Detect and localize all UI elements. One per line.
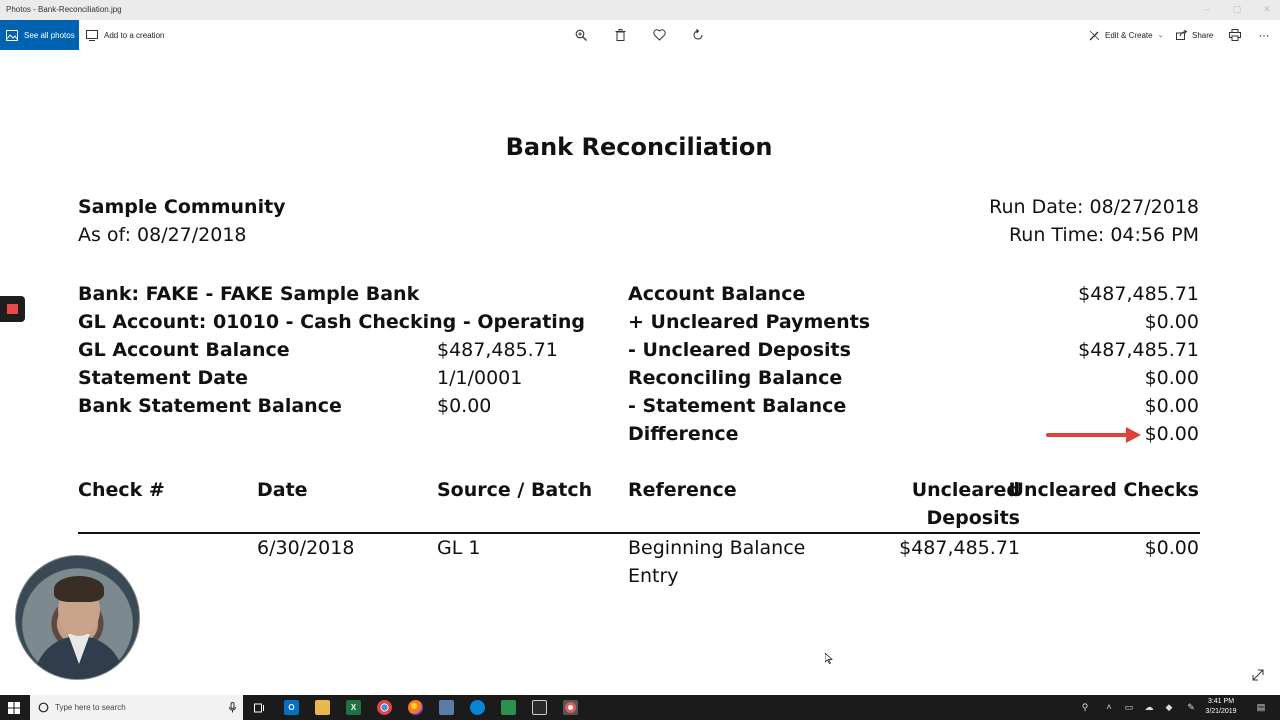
uncleared-payments-label: + Uncleared Payments xyxy=(628,311,871,333)
see-all-photos-label: See all photos xyxy=(24,30,75,40)
search-placeholder: Type here to search xyxy=(55,703,126,712)
uncleared-deposits-value: $487,485.71 xyxy=(1078,339,1199,361)
screen-recorder-icon[interactable] xyxy=(563,700,578,715)
add-creation-icon xyxy=(86,29,98,41)
edit-create-label: Edit & Create xyxy=(1105,30,1153,40)
see-all-photos-button[interactable]: See all photos xyxy=(0,20,79,50)
red-arrow-head xyxy=(1126,427,1141,443)
row-uncleared-deposits: $487,485.71 xyxy=(899,537,1020,559)
taskbar-search-box[interactable]: Type here to search xyxy=(30,695,243,720)
difference-value: $0.00 xyxy=(1144,423,1199,445)
print-icon[interactable] xyxy=(1227,27,1243,43)
reconciling-balance-label: Reconciling Balance xyxy=(628,367,843,389)
browser-icon[interactable] xyxy=(470,700,485,715)
clock-time: 3:41 PM xyxy=(1207,698,1235,705)
microphone-icon[interactable] xyxy=(229,702,236,713)
run-time: Run Time: 04:56 PM xyxy=(1008,224,1199,246)
account-balance-value: $487,485.71 xyxy=(1078,283,1199,305)
photos-app-icon[interactable] xyxy=(532,700,547,715)
cortana-circle-icon xyxy=(38,702,49,713)
window-title-bar: Photos - Bank-Reconciliation.jpg – ▢ ✕ xyxy=(0,0,1280,20)
account-balance-label: Account Balance xyxy=(628,283,806,305)
chevron-down-icon: ⌄ xyxy=(1157,32,1164,39)
col-uncleared-deposits-line2: Deposits xyxy=(926,507,1020,529)
statement-balance-value: $0.00 xyxy=(1144,395,1199,417)
minimize-icon[interactable]: – xyxy=(1200,3,1214,15)
maximize-icon[interactable]: ▢ xyxy=(1230,3,1244,15)
bank-statement-balance-value: $0.00 xyxy=(437,395,492,417)
row-uncleared-checks: $0.00 xyxy=(1144,537,1199,559)
row-reference-line2: Entry xyxy=(628,565,679,587)
home-app-icon[interactable] xyxy=(501,700,516,715)
col-date: Date xyxy=(257,479,308,501)
report-title: Bank Reconciliation xyxy=(505,133,773,161)
row-reference-line1: Beginning Balance xyxy=(628,537,806,559)
statement-balance-label: - Statement Balance xyxy=(628,395,847,417)
as-of-date: As of: 08/27/2018 xyxy=(78,224,247,246)
firefox-icon[interactable] xyxy=(408,700,423,715)
bank-label: Bank: FAKE - FAKE Sample Bank xyxy=(78,283,420,305)
col-source-batch: Source / Batch xyxy=(437,479,593,501)
col-check-number: Check # xyxy=(78,479,165,501)
fullscreen-expand-icon[interactable] xyxy=(1251,668,1265,682)
chevron-up-icon[interactable]: ˄ xyxy=(1104,702,1114,712)
stop-icon xyxy=(7,304,18,314)
delete-icon[interactable] xyxy=(612,27,628,43)
window-title: Photos - Bank-Reconciliation.jpg xyxy=(6,5,122,14)
onedrive-icon[interactable]: ☁ xyxy=(1144,702,1154,712)
gl-account-label: GL Account: 01010 - Cash Checking - Oper… xyxy=(78,311,585,333)
photos-icon xyxy=(6,29,18,41)
uncleared-payments-value: $0.00 xyxy=(1144,311,1199,333)
gl-account-balance-label: GL Account Balance xyxy=(78,339,290,361)
add-to-creation-label: Add to a creation xyxy=(104,30,165,40)
people-icon[interactable]: ⚲ xyxy=(1080,702,1090,712)
rotate-icon[interactable] xyxy=(690,27,706,43)
zoom-icon[interactable] xyxy=(573,27,589,43)
difference-label: Difference xyxy=(628,423,739,445)
statement-date-label: Statement Date xyxy=(78,367,249,389)
file-explorer-icon[interactable] xyxy=(315,700,330,715)
windows-taskbar: Type here to search O X ⚲ ˄ ▭ ☁ ◆ ✎ 3:41… xyxy=(0,695,1280,720)
clock-date: 3/21/2019 xyxy=(1205,708,1237,715)
share-button[interactable]: Share xyxy=(1176,20,1213,50)
col-reference: Reference xyxy=(628,479,737,501)
notifications-icon[interactable]: ▤ xyxy=(1256,702,1266,712)
run-date: Run Date: 08/27/2018 xyxy=(989,196,1199,218)
close-icon[interactable]: ✕ xyxy=(1260,3,1274,15)
row-source: GL 1 xyxy=(437,537,481,559)
excel-icon[interactable]: X xyxy=(346,700,361,715)
add-to-creation-button[interactable]: Add to a creation xyxy=(86,20,164,50)
favorite-heart-icon[interactable] xyxy=(651,27,667,43)
bank-statement-balance-label: Bank Statement Balance xyxy=(78,395,342,417)
taskbar-clock[interactable]: 3:41 PM 3/21/2019 xyxy=(1196,697,1246,717)
more-options-icon[interactable]: ⋯ xyxy=(1256,27,1272,43)
share-icon xyxy=(1176,30,1187,40)
record-stop-button[interactable] xyxy=(0,296,25,322)
dropbox-icon[interactable]: ◆ xyxy=(1164,702,1174,712)
red-arrow-annotation xyxy=(1046,433,1130,437)
reconciling-balance-value: $0.00 xyxy=(1144,367,1199,389)
outlook-icon[interactable]: O xyxy=(284,700,299,715)
mouse-cursor-icon xyxy=(825,653,833,664)
task-view-icon[interactable] xyxy=(252,700,267,715)
photo-viewer-canvas: Bank Reconciliation Sample Community As … xyxy=(0,50,1280,695)
chrome-icon[interactable] xyxy=(377,700,392,715)
table-header-divider xyxy=(78,532,1200,534)
community-name: Sample Community xyxy=(78,196,286,218)
edit-pencil-icon xyxy=(1089,30,1100,40)
share-label: Share xyxy=(1192,30,1214,40)
uncleared-deposits-label: - Uncleared Deposits xyxy=(628,339,851,361)
windows-start-icon[interactable] xyxy=(8,702,20,714)
pen-icon[interactable]: ✎ xyxy=(1186,702,1196,712)
gl-account-balance-value: $487,485.71 xyxy=(437,339,558,361)
photos-toolbar: See all photos Add to a creation Edit & … xyxy=(0,20,1280,50)
app-window-icon[interactable] xyxy=(439,700,454,715)
row-date: 6/30/2018 xyxy=(257,537,355,559)
edit-create-button[interactable]: Edit & Create ⌄ xyxy=(1089,20,1163,50)
webcam-overlay xyxy=(15,555,140,680)
statement-date-value: 1/1/0001 xyxy=(437,367,523,389)
network-icon[interactable]: ▭ xyxy=(1124,702,1134,712)
col-uncleared-checks: Uncleared Checks xyxy=(1008,479,1199,501)
col-uncleared-deposits-line1: Uncleared xyxy=(911,479,1020,501)
